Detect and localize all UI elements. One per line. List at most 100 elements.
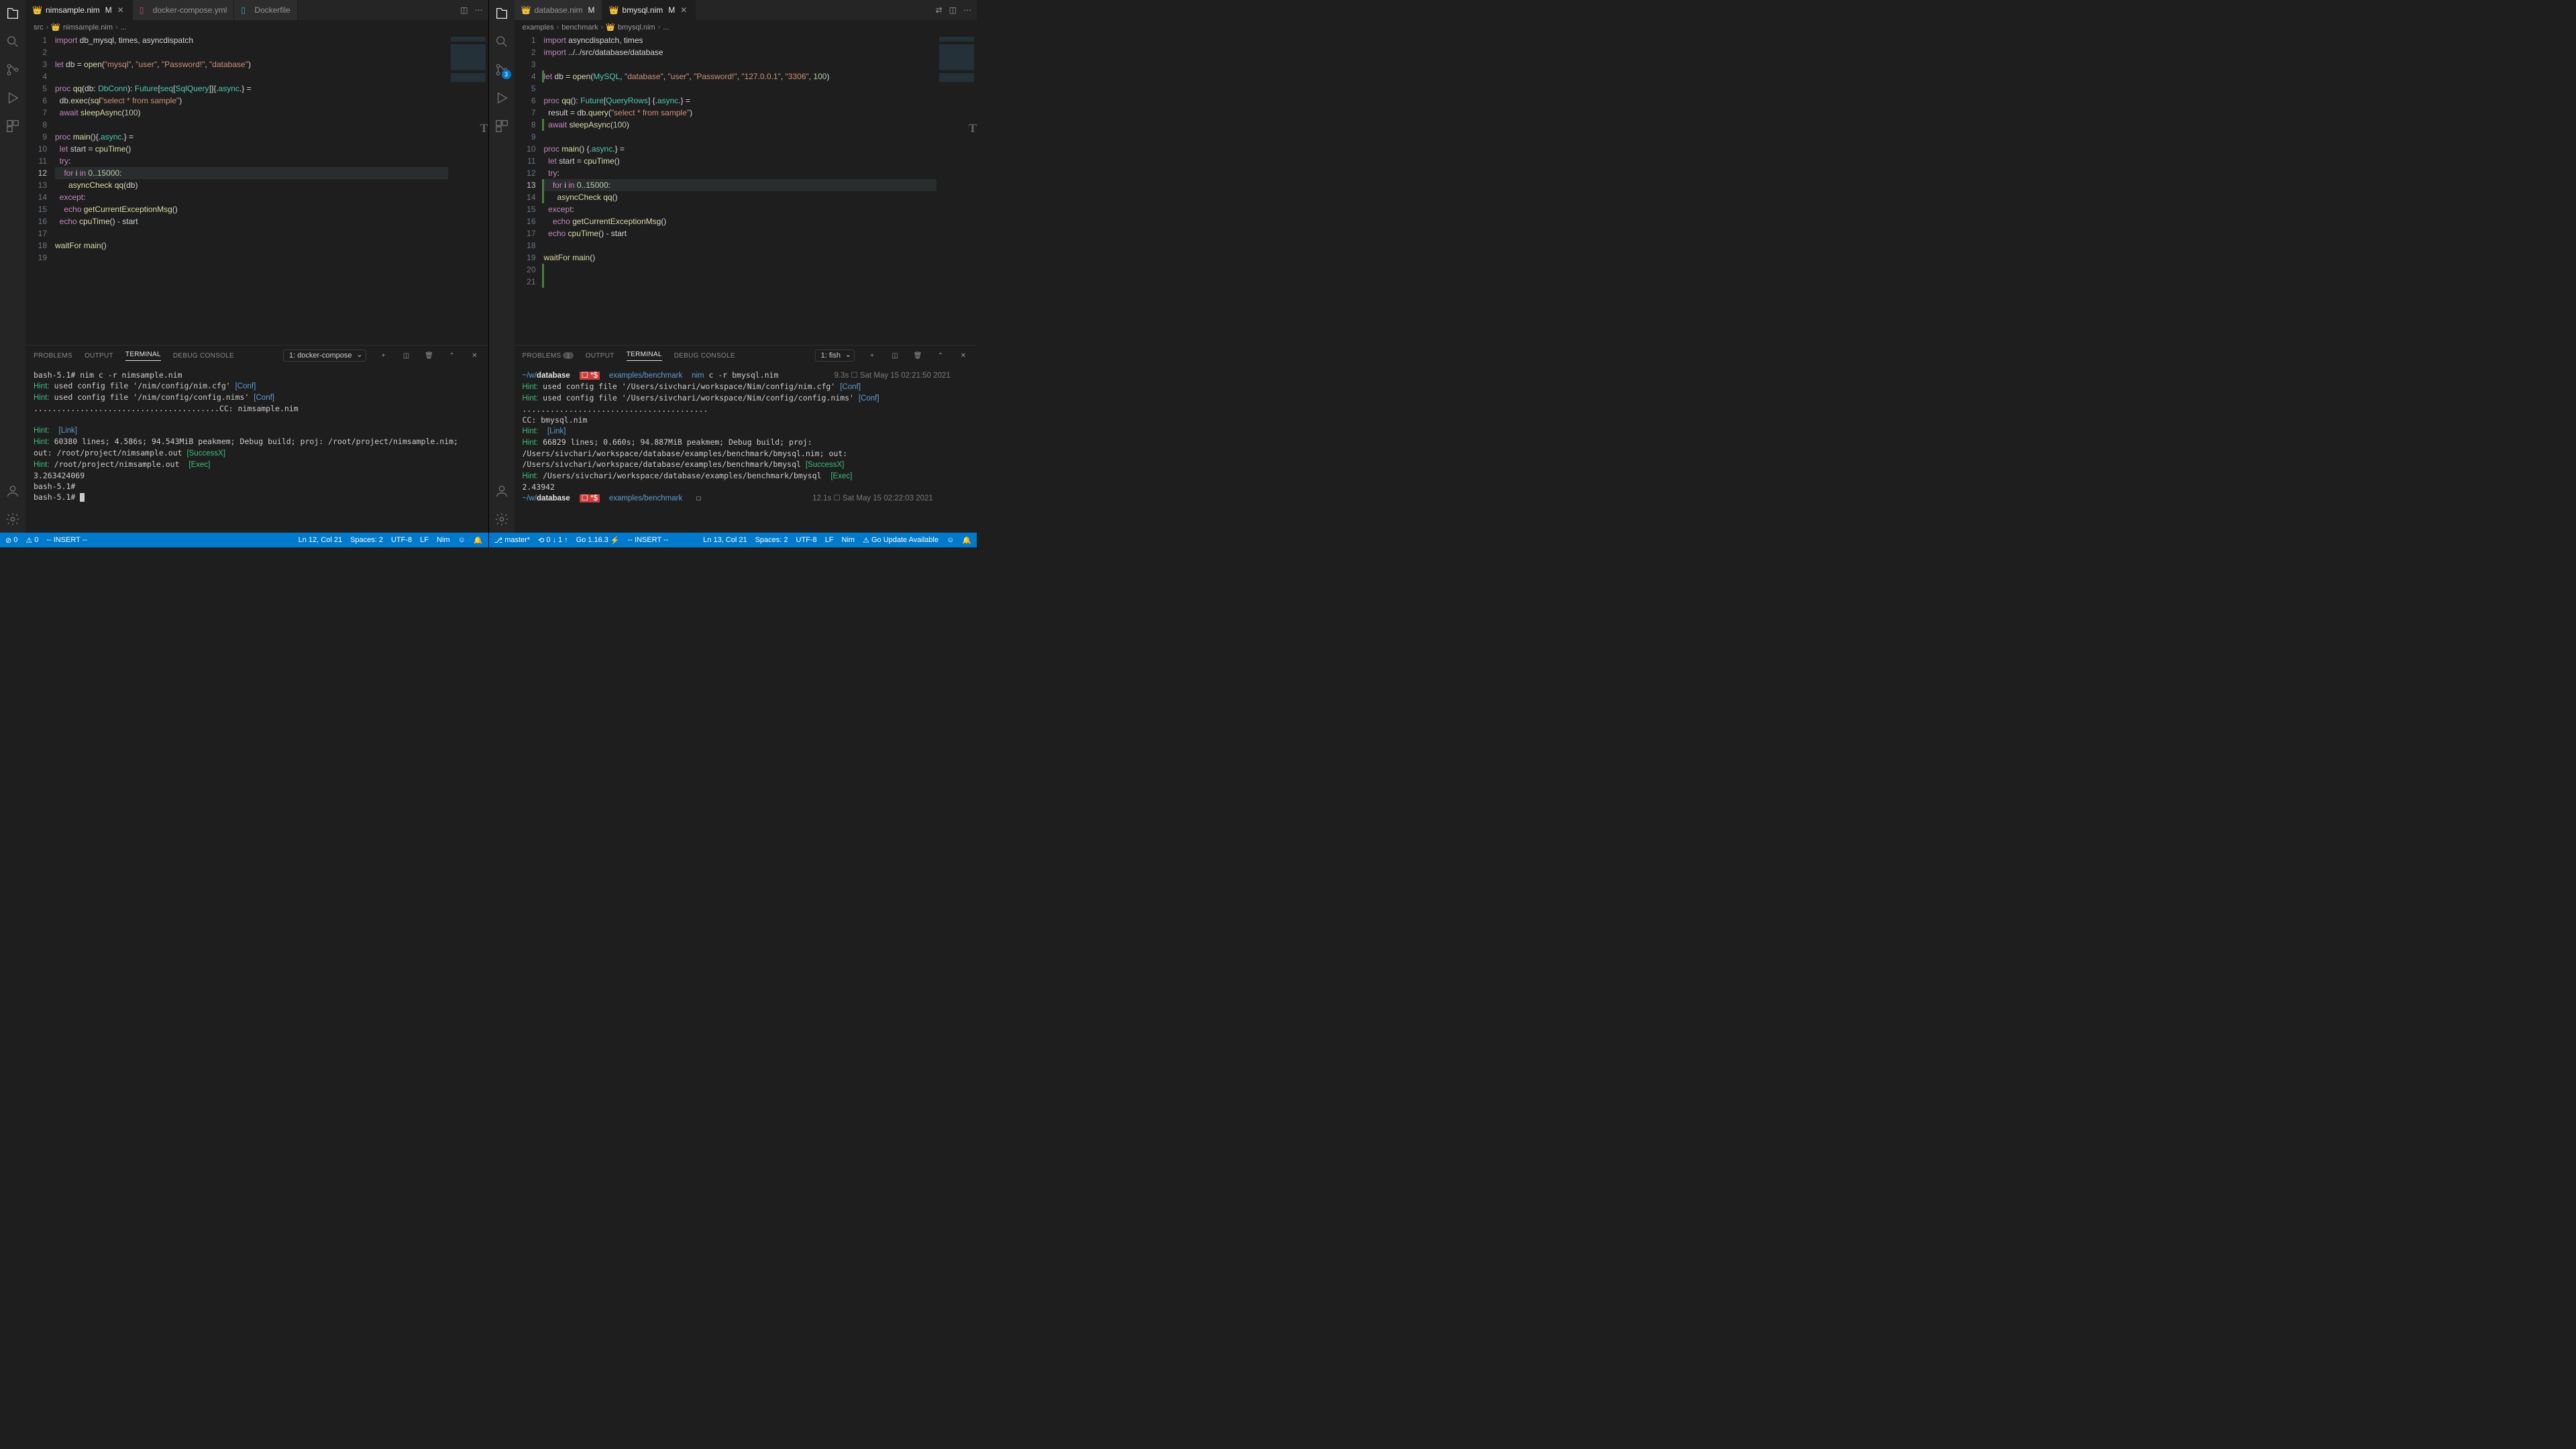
status-vim-mode: -- INSERT -- bbox=[628, 536, 669, 544]
settings-icon[interactable] bbox=[494, 511, 510, 527]
status-errors[interactable]: ⊘ 0 bbox=[5, 536, 17, 545]
tab-dockerfile[interactable]: ▯Dockerfile bbox=[234, 0, 297, 20]
status-go-version[interactable]: Go 1.16.3 ⚡ bbox=[576, 536, 620, 545]
more-icon[interactable]: ⋯ bbox=[963, 5, 971, 15]
debug-icon[interactable] bbox=[5, 90, 21, 106]
close-icon[interactable]: ✕ bbox=[116, 5, 125, 15]
minimap[interactable] bbox=[936, 34, 977, 345]
left-terminal[interactable]: bash-5.1# nim c -r nimsample.nim Hint: u… bbox=[25, 366, 488, 533]
right-gutter: 123456789101112131415161718192021 bbox=[515, 34, 544, 345]
left-breadcrumb[interactable]: src› 👑nimsample.nim› ... bbox=[25, 20, 488, 34]
crumb-folder[interactable]: benchmark bbox=[561, 23, 598, 32]
status-warnings[interactable]: ⚠ 0 bbox=[25, 536, 38, 545]
new-terminal-icon[interactable]: + bbox=[378, 352, 389, 360]
status-language[interactable]: Nim bbox=[437, 536, 450, 544]
status-feedback-icon[interactable]: ☺ bbox=[458, 536, 466, 544]
right-terminal[interactable]: ~/w/database ☐ *$ examples/benchmark nim… bbox=[515, 366, 977, 533]
extensions-icon[interactable] bbox=[5, 118, 21, 134]
extensions-icon[interactable] bbox=[494, 118, 510, 134]
left-statusbar: ⊘ 0 ⚠ 0 -- INSERT -- Ln 12, Col 21 Space… bbox=[0, 533, 488, 547]
maximize-panel-icon[interactable]: ⌃ bbox=[935, 352, 946, 360]
status-cursor-pos[interactable]: Ln 12, Col 21 bbox=[299, 536, 342, 544]
tab-terminal[interactable]: TERMINAL bbox=[627, 351, 662, 361]
crumb-file[interactable]: nimsample.nim bbox=[63, 23, 113, 32]
chevron-icon: › bbox=[557, 23, 559, 32]
tab-debug-console[interactable]: DEBUG CONSOLE bbox=[674, 352, 735, 360]
search-icon[interactable] bbox=[494, 34, 510, 50]
status-sync[interactable]: ⟲ 0↓ 1↑ bbox=[538, 536, 568, 545]
status-indentation[interactable]: Spaces: 2 bbox=[755, 536, 788, 544]
status-eol[interactable]: LF bbox=[825, 536, 834, 544]
problems-count: 1 bbox=[563, 352, 573, 359]
chevron-icon: › bbox=[115, 23, 118, 32]
left-activity-bar bbox=[0, 0, 25, 533]
tab-bmysql[interactable]: 👑bmysql.nimM✕ bbox=[602, 0, 696, 20]
close-icon[interactable]: ✕ bbox=[679, 5, 688, 15]
status-encoding[interactable]: UTF-8 bbox=[796, 536, 817, 544]
tab-debug-console[interactable]: DEBUG CONSOLE bbox=[173, 352, 234, 360]
right-code[interactable]: import asyncdispatch, timesimport ../../… bbox=[544, 34, 937, 345]
explorer-icon[interactable] bbox=[5, 5, 21, 21]
scm-icon[interactable]: 3 bbox=[494, 62, 510, 78]
maximize-panel-icon[interactable]: ⌃ bbox=[447, 352, 458, 360]
more-icon[interactable]: ⋯ bbox=[475, 5, 483, 15]
tab-label: Dockerfile bbox=[254, 5, 290, 15]
debug-icon[interactable] bbox=[494, 90, 510, 106]
account-icon[interactable] bbox=[5, 483, 21, 499]
crumb-folder[interactable]: src bbox=[34, 23, 44, 32]
tab-terminal[interactable]: TERMINAL bbox=[125, 351, 161, 361]
typography-indicator: T bbox=[969, 121, 977, 136]
scm-badge: 3 bbox=[502, 70, 511, 79]
tab-nimsample[interactable]: 👑nimsample.nimM✕ bbox=[25, 0, 133, 20]
tab-label: database.nim bbox=[535, 5, 583, 15]
right-window: 3 👑 database.nim M 👑bmysql.nimM✕ ⇄ ◫ ⋯ exa… bbox=[489, 0, 977, 547]
terminal-select[interactable]: 1: docker-compose bbox=[283, 350, 366, 362]
typography-indicator: T bbox=[480, 121, 488, 136]
search-icon[interactable] bbox=[5, 34, 21, 50]
status-cursor-pos[interactable]: Ln 13, Col 21 bbox=[703, 536, 747, 544]
left-code[interactable]: import db_mysql, times, asyncdispatchlet… bbox=[55, 34, 448, 345]
kill-terminal-icon[interactable]: 🗑 bbox=[912, 352, 923, 360]
left-editor[interactable]: 12345678910111213141516171819 import db_… bbox=[25, 34, 488, 345]
tab-modified: M bbox=[105, 5, 112, 15]
tab-output[interactable]: OUTPUT bbox=[586, 352, 614, 360]
split-editor-icon[interactable]: ◫ bbox=[460, 5, 468, 15]
status-eol[interactable]: LF bbox=[420, 536, 429, 544]
status-indentation[interactable]: Spaces: 2 bbox=[350, 536, 383, 544]
crumb-file[interactable]: bmysql.nim bbox=[618, 23, 655, 32]
status-bell-icon[interactable]: 🔔 bbox=[474, 536, 483, 545]
split-terminal-icon[interactable]: ◫ bbox=[890, 352, 900, 360]
account-icon[interactable] bbox=[494, 483, 510, 499]
tab-problems[interactable]: PROBLEMS1 bbox=[523, 352, 574, 360]
crumb-more[interactable]: ... bbox=[663, 23, 669, 32]
close-panel-icon[interactable]: ✕ bbox=[470, 352, 480, 360]
tab-docker-compose[interactable]: ▯docker-compose.yml bbox=[133, 0, 235, 20]
nim-file-icon: 👑 bbox=[609, 5, 619, 15]
explorer-icon[interactable] bbox=[494, 5, 510, 21]
status-branch[interactable]: ⎇ master* bbox=[494, 536, 531, 545]
new-terminal-icon[interactable]: + bbox=[867, 352, 877, 360]
crumb-folder[interactable]: examples bbox=[523, 23, 554, 32]
tab-database[interactable]: 👑database.nimM bbox=[515, 0, 602, 20]
minimap[interactable] bbox=[448, 34, 488, 345]
status-language[interactable]: Nim bbox=[842, 536, 855, 544]
compare-icon[interactable]: ⇄ bbox=[936, 5, 943, 15]
right-editor[interactable]: 123456789101112131415161718192021 import… bbox=[515, 34, 977, 345]
settings-icon[interactable] bbox=[5, 511, 21, 527]
status-feedback-icon[interactable]: ☺ bbox=[947, 536, 954, 544]
close-panel-icon[interactable]: ✕ bbox=[958, 352, 969, 360]
status-bell-icon[interactable]: 🔔 bbox=[962, 536, 971, 545]
tab-output[interactable]: OUTPUT bbox=[85, 352, 113, 360]
tab-modified: M bbox=[588, 5, 595, 15]
right-main: 👑 database.nim M 👑bmysql.nimM✕ ⇄ ◫ ⋯ examp… bbox=[515, 0, 977, 533]
kill-terminal-icon[interactable]: 🗑 bbox=[424, 352, 435, 360]
split-terminal-icon[interactable]: ◫ bbox=[401, 352, 412, 360]
terminal-select[interactable]: 1: fish bbox=[815, 350, 855, 362]
tab-problems[interactable]: PROBLEMS bbox=[34, 352, 72, 360]
right-breadcrumb[interactable]: examples› benchmark› 👑bmysql.nim› ... bbox=[515, 20, 977, 34]
split-editor-icon[interactable]: ◫ bbox=[949, 5, 957, 15]
crumb-more[interactable]: ... bbox=[121, 23, 127, 32]
scm-icon[interactable] bbox=[5, 62, 21, 78]
status-go-update[interactable]: ⚠ Go Update Available bbox=[863, 536, 938, 545]
status-encoding[interactable]: UTF-8 bbox=[391, 536, 412, 544]
